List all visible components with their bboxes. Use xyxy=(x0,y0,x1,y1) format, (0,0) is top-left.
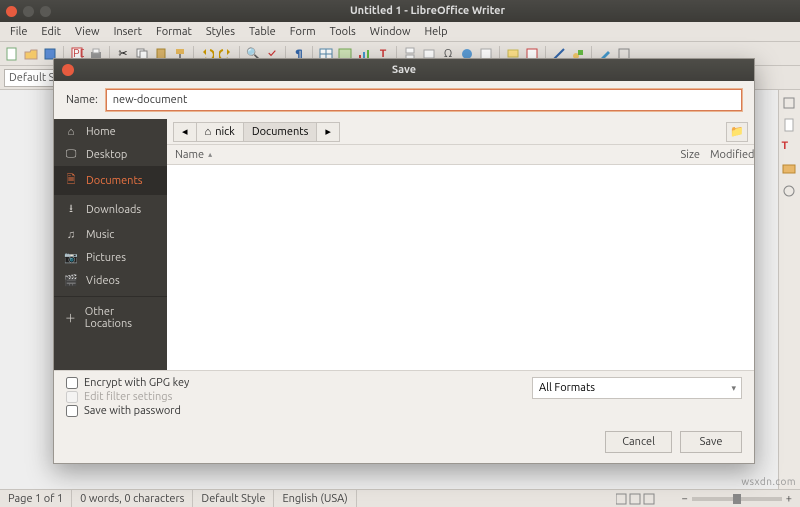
sort-asc-icon: ▴ xyxy=(208,150,212,159)
dialog-close-button[interactable] xyxy=(62,64,74,76)
menu-form[interactable]: Form xyxy=(284,24,322,40)
name-label: Name: xyxy=(66,94,98,106)
view-icons[interactable] xyxy=(608,490,674,507)
filename-input[interactable] xyxy=(106,89,742,111)
window-titlebar: Untitled 1 - LibreOffice Writer xyxy=(0,0,800,22)
menu-tools[interactable]: Tools xyxy=(324,24,362,40)
place-videos[interactable]: 🎬 Videos xyxy=(54,269,167,292)
file-list[interactable] xyxy=(167,165,754,370)
dialog-titlebar: Save xyxy=(54,59,754,81)
menu-file[interactable]: File xyxy=(4,24,33,40)
chevron-left-icon: ◂ xyxy=(182,125,188,138)
place-label: Other Locations xyxy=(85,306,157,330)
plus-icon: ＋ xyxy=(64,310,77,326)
status-words[interactable]: 0 words, 0 characters xyxy=(72,490,193,507)
path-label: Documents xyxy=(252,126,309,138)
properties-icon[interactable] xyxy=(782,96,798,112)
music-icon: ♫ xyxy=(64,229,78,241)
open-icon[interactable] xyxy=(23,46,39,62)
gallery-icon[interactable] xyxy=(782,162,798,178)
window-close-button[interactable] xyxy=(6,6,17,17)
file-chooser: ◂ ⌂ nick Documents ▸ 📁 Name ▴ Size Modifi… xyxy=(167,119,754,370)
status-style[interactable]: Default Style xyxy=(193,490,274,507)
desktop-icon: 🖵 xyxy=(64,148,78,161)
chevron-right-icon: ▸ xyxy=(325,125,331,138)
path-segment-home[interactable]: ⌂ nick xyxy=(196,122,244,142)
place-label: Pictures xyxy=(86,252,126,264)
edit-filter-checkbox: Edit filter settings xyxy=(66,391,189,403)
new-folder-icon: 📁 xyxy=(730,125,744,138)
place-label: Desktop xyxy=(86,149,127,161)
menu-styles[interactable]: Styles xyxy=(200,24,241,40)
navigator-icon[interactable] xyxy=(782,184,798,200)
col-name: Name xyxy=(175,149,204,161)
menubar: File Edit View Insert Format Styles Tabl… xyxy=(0,22,800,42)
menu-help[interactable]: Help xyxy=(418,24,453,40)
pictures-icon: 📷 xyxy=(64,251,78,264)
home-icon: ⌂ xyxy=(64,126,78,138)
sidebar-panel: T xyxy=(778,90,800,489)
save-button[interactable]: Save xyxy=(680,431,742,453)
window-maximize-button[interactable] xyxy=(40,6,51,17)
place-desktop[interactable]: 🖵 Desktop xyxy=(54,143,167,166)
menu-table[interactable]: Table xyxy=(243,24,282,40)
path-bar: ◂ ⌂ nick Documents ▸ 📁 xyxy=(167,119,754,145)
styles-icon[interactable]: T xyxy=(782,140,798,156)
zoom-slider[interactable]: −+ xyxy=(674,493,800,505)
place-label: Documents xyxy=(86,175,143,187)
path-label: nick xyxy=(215,126,235,138)
path-forward-button[interactable]: ▸ xyxy=(316,122,340,142)
menu-insert[interactable]: Insert xyxy=(108,24,148,40)
place-label: Music xyxy=(86,229,114,241)
new-folder-button[interactable]: 📁 xyxy=(726,122,748,142)
place-label: Videos xyxy=(86,275,120,287)
menu-edit[interactable]: Edit xyxy=(35,24,67,40)
menu-format[interactable]: Format xyxy=(150,24,198,40)
place-downloads[interactable]: ⭳ Downloads xyxy=(54,195,167,224)
dialog-title: Save xyxy=(82,64,726,76)
menu-window[interactable]: Window xyxy=(364,24,417,40)
col-modified: Modified xyxy=(706,149,754,161)
status-lang[interactable]: English (USA) xyxy=(274,490,356,507)
column-headers[interactable]: Name ▴ Size Modified xyxy=(167,145,754,165)
status-page[interactable]: Page 1 of 1 xyxy=(0,490,72,507)
save-password-checkbox[interactable]: Save with password xyxy=(66,405,189,417)
page-icon[interactable] xyxy=(782,118,798,134)
window-minimize-button[interactable] xyxy=(23,6,34,17)
cancel-button[interactable]: Cancel xyxy=(605,431,672,453)
encrypt-gpg-checkbox[interactable]: Encrypt with GPG key xyxy=(66,377,189,389)
place-home[interactable]: ⌂ Home xyxy=(54,121,167,143)
window-title: Untitled 1 - LibreOffice Writer xyxy=(61,5,794,17)
file-format-combo[interactable]: All Formats xyxy=(532,377,742,399)
place-label: Home xyxy=(86,126,116,138)
place-music[interactable]: ♫ Music xyxy=(54,224,167,246)
statusbar: Page 1 of 1 0 words, 0 characters Defaul… xyxy=(0,489,800,507)
videos-icon: 🎬 xyxy=(64,274,78,287)
place-pictures[interactable]: 📷 Pictures xyxy=(54,246,167,269)
home-icon: ⌂ xyxy=(205,126,212,138)
watermark: wsxdn.com xyxy=(741,476,796,487)
place-label: Downloads xyxy=(86,204,141,216)
path-back-button[interactable]: ◂ xyxy=(173,122,197,142)
downloads-icon: ⭳ xyxy=(64,200,78,219)
place-other-locations[interactable]: ＋ Other Locations xyxy=(54,301,167,335)
documents-icon: 🗎 xyxy=(64,171,78,190)
col-size: Size xyxy=(662,149,706,161)
places-sidebar: ⌂ Home 🖵 Desktop 🗎 Documents ⭳ Downloads… xyxy=(54,119,167,370)
save-dialog: Save Name: ⌂ Home 🖵 Desktop 🗎 Documents … xyxy=(53,58,755,464)
path-segment-documents[interactable]: Documents xyxy=(243,122,318,142)
place-documents[interactable]: 🗎 Documents xyxy=(54,166,167,195)
menu-view[interactable]: View xyxy=(69,24,106,40)
new-icon[interactable] xyxy=(4,46,20,62)
